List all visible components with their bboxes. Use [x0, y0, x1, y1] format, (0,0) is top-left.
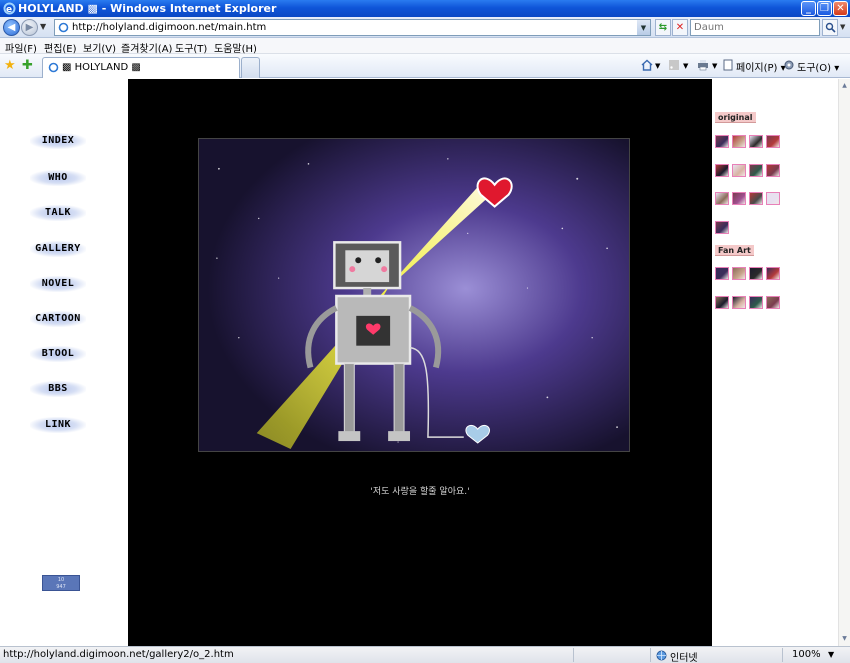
fanart-thumbnail[interactable]	[749, 296, 763, 309]
fanart-thumbnail[interactable]	[715, 296, 729, 309]
nav-index[interactable]: INDEX	[30, 133, 86, 149]
status-divider	[573, 648, 574, 662]
original-thumbnail[interactable]	[732, 192, 746, 205]
feeds-icon[interactable]	[668, 59, 680, 71]
ie-logo-icon: e	[3, 2, 16, 15]
original-thumbnail[interactable]	[766, 164, 780, 177]
menu-view[interactable]: 보기(V)	[83, 40, 116, 55]
back-button[interactable]: ◀	[3, 19, 20, 36]
original-thumbnail[interactable]	[732, 135, 746, 148]
original-thumbnail[interactable]	[715, 192, 729, 205]
url-dropdown-icon[interactable]: ▼	[637, 20, 650, 35]
magnifier-icon	[825, 22, 836, 33]
url-field[interactable]: http://holyland.digimoon.net/main.htm ▼	[54, 19, 651, 36]
status-divider	[650, 648, 651, 662]
page-menu-icon	[723, 59, 733, 71]
refresh-button[interactable]: ⇆	[655, 19, 671, 36]
zoom-level[interactable]: 100%	[792, 649, 821, 660]
tab-label: ▩ HOLYLAND ▩	[62, 62, 141, 73]
search-field[interactable]	[690, 19, 820, 36]
nav-novel[interactable]: NOVEL	[30, 276, 86, 292]
close-button[interactable]: ✕	[833, 1, 848, 16]
original-thumbnail[interactable]	[732, 164, 746, 177]
original-thumbnail[interactable]	[715, 221, 729, 234]
address-bar: ◀ ▶ ▼ http://holyland.digimoon.net/main.…	[0, 17, 850, 38]
scroll-down-icon[interactable]: ▼	[839, 633, 850, 644]
fanart-thumbnail[interactable]	[732, 296, 746, 309]
security-zone: 인터넷	[670, 653, 698, 663]
forward-arrow-icon: ▶	[25, 22, 34, 33]
menu-file[interactable]: 파일(F)	[5, 40, 37, 55]
forward-button[interactable]: ▶	[21, 19, 38, 36]
page-menu-button[interactable]: 페이지(P) ▾	[736, 59, 786, 74]
search-input[interactable]	[691, 20, 819, 35]
add-favorite-icon[interactable]: ✚	[22, 58, 33, 73]
stop-button[interactable]: ✕	[672, 19, 688, 36]
vertical-scrollbar[interactable]: ▲ ▼	[838, 79, 850, 646]
minimize-button[interactable]: _	[801, 1, 816, 16]
fanart-thumbnail[interactable]	[715, 267, 729, 280]
original-thumbnail[interactable]	[749, 135, 763, 148]
status-divider	[782, 648, 783, 662]
artwork-caption: '저도 사랑을 할줄 알아요.'	[370, 487, 470, 497]
nav-link[interactable]: LINK	[30, 417, 86, 433]
nav-who[interactable]: WHO	[30, 170, 86, 186]
menu-tools[interactable]: 도구(T)	[175, 40, 207, 55]
original-thumbnail[interactable]	[715, 135, 729, 148]
status-link: http://holyland.digimoon.net/gallery2/o_…	[3, 649, 234, 660]
page-icon	[48, 62, 59, 73]
tools-menu-button[interactable]: 도구(O) ▾	[797, 59, 839, 74]
visitor-counter: 10 947	[42, 575, 80, 591]
original-thumbnail[interactable]	[749, 192, 763, 205]
feeds-dropdown-icon[interactable]: ▼	[683, 62, 688, 70]
fanart-thumbnail[interactable]	[732, 267, 746, 280]
search-button[interactable]	[822, 19, 838, 36]
nav-talk[interactable]: TALK	[30, 205, 86, 221]
original-thumbnail[interactable]	[766, 192, 780, 205]
sidebar-nav: INDEX WHO TALK GALLERY NOVEL CARTOON BTO…	[0, 79, 128, 646]
globe-icon	[656, 650, 667, 661]
title-bar: e HOLYLAND ▩ - Windows Internet Explorer…	[0, 0, 850, 17]
home-dropdown-icon[interactable]: ▼	[655, 62, 660, 70]
status-bar: http://holyland.digimoon.net/gallery2/o_…	[0, 646, 850, 663]
command-bar: ★ ✚ ▩ HOLYLAND ▩ ▼ ▼ ▼ 페이지(P) ▾ 도구(O) ▾	[0, 54, 850, 78]
tab-holyland[interactable]: ▩ HOLYLAND ▩	[42, 57, 240, 78]
gallery-thumbnails: original Fan Art	[712, 79, 838, 646]
restore-button[interactable]: ❐	[817, 1, 832, 16]
original-thumbnail[interactable]	[715, 164, 729, 177]
fanart-thumbnail[interactable]	[766, 296, 780, 309]
nav-gallery[interactable]: GALLERY	[30, 241, 86, 257]
menu-favorites[interactable]: 즐겨찾기(A)	[121, 40, 172, 55]
url-text[interactable]: http://holyland.digimoon.net/main.htm	[72, 22, 266, 33]
scroll-up-icon[interactable]: ▲	[839, 80, 850, 91]
fanart-thumbnail[interactable]	[749, 267, 763, 280]
original-section-label: original	[715, 112, 756, 123]
favorites-star-icon[interactable]: ★	[4, 58, 16, 73]
print-icon[interactable]	[697, 59, 709, 71]
new-tab-button[interactable]	[241, 57, 260, 78]
menu-bar: 파일(F) 편집(E) 보기(V) 즐겨찾기(A) 도구(T) 도움말(H)	[0, 38, 850, 55]
home-icon[interactable]	[641, 59, 653, 71]
main-content: '저도 사랑을 할줄 알아요.'	[128, 79, 712, 646]
original-thumbnail[interactable]	[766, 135, 780, 148]
gear-icon	[784, 60, 794, 70]
search-dropdown-icon[interactable]: ▼	[840, 23, 845, 31]
menu-edit[interactable]: 편집(E)	[44, 40, 77, 55]
original-thumbnail[interactable]	[749, 164, 763, 177]
window-title: HOLYLAND ▩ - Windows Internet Explorer	[18, 2, 277, 15]
nav-bbs[interactable]: BBS	[30, 381, 86, 397]
back-arrow-icon: ◀	[7, 22, 16, 33]
fanart-thumbnail[interactable]	[766, 267, 780, 280]
nav-btool[interactable]: BTOOL	[30, 346, 86, 362]
fanart-section-label: Fan Art	[715, 245, 754, 256]
zoom-dropdown-icon[interactable]: ▼	[828, 650, 834, 659]
robot-artwork[interactable]	[198, 138, 630, 452]
svg-text:e: e	[6, 5, 12, 15]
history-dropdown-icon[interactable]: ▼	[40, 22, 46, 31]
print-dropdown-icon[interactable]: ▼	[712, 62, 717, 70]
menu-help[interactable]: 도움말(H)	[214, 40, 257, 55]
nav-cartoon[interactable]: CARTOON	[30, 311, 86, 327]
page-icon	[58, 22, 69, 33]
